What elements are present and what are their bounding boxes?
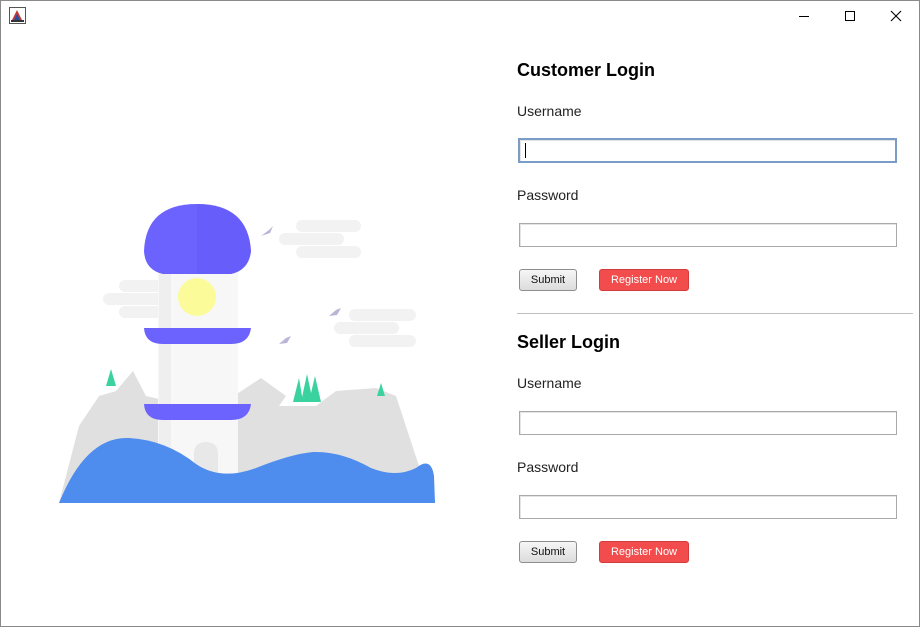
seller-login-heading: Seller Login: [517, 332, 621, 352]
minimize-icon: [799, 16, 809, 17]
customer-register-button[interactable]: Register Now: [599, 269, 689, 291]
customer-password-input[interactable]: [519, 223, 897, 247]
seller-password-input[interactable]: [519, 495, 897, 519]
close-icon: [890, 10, 902, 22]
seller-username-input[interactable]: [519, 411, 897, 435]
section-divider: [517, 313, 913, 314]
seller-password-label: Password: [517, 459, 579, 475]
customer-username-input[interactable]: [518, 138, 897, 163]
customer-username-label: Username: [517, 103, 582, 119]
lamp-light-shape: [178, 278, 216, 316]
tower-band-shape: [144, 328, 251, 344]
customer-password-label: Password: [517, 187, 579, 203]
customer-submit-button[interactable]: Submit: [519, 269, 577, 291]
app-window: Customer Login Username Password Submit …: [0, 0, 920, 627]
tower-band-shape: [144, 404, 251, 420]
maximize-button[interactable]: [827, 1, 873, 31]
seller-username-label: Username: [517, 375, 582, 391]
app-icon: [9, 7, 26, 24]
close-button[interactable]: [873, 1, 919, 31]
seller-submit-button[interactable]: Submit: [519, 541, 577, 563]
maximize-icon: [845, 11, 855, 21]
lighthouse-illustration: [51, 196, 461, 511]
seller-register-button[interactable]: Register Now: [599, 541, 689, 563]
title-bar: [1, 1, 919, 31]
minimize-button[interactable]: [781, 1, 827, 31]
customer-login-heading: Customer Login: [517, 60, 655, 80]
text-caret: [525, 143, 526, 158]
